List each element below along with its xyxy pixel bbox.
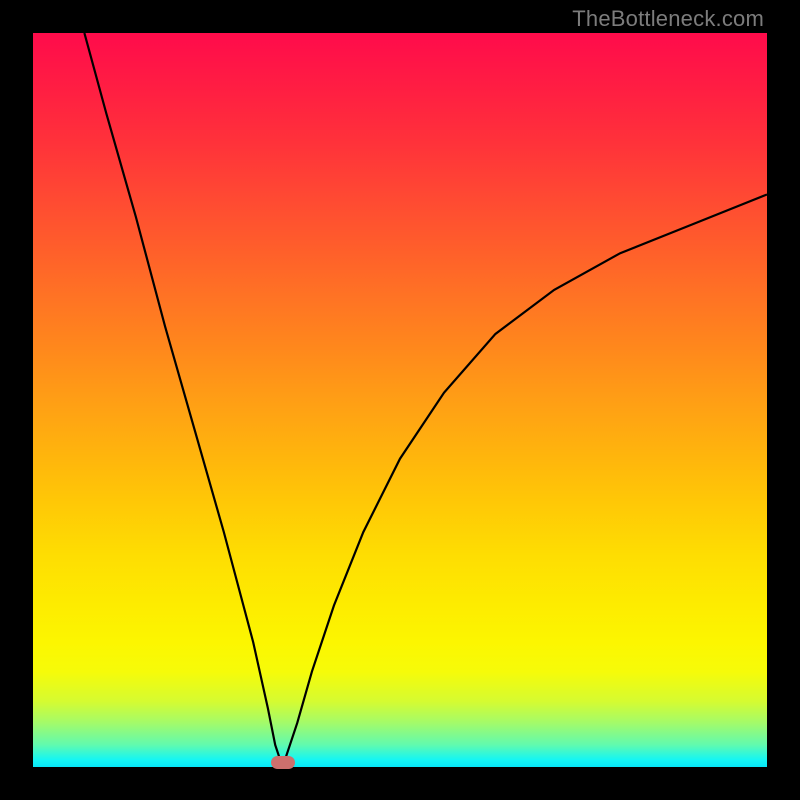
watermark-text: TheBottleneck.com [572, 6, 764, 32]
curve-svg [33, 33, 767, 767]
optimal-marker [271, 756, 295, 769]
chart-container: TheBottleneck.com [0, 0, 800, 800]
plot-area [33, 33, 767, 767]
bottleneck-curve [84, 33, 767, 767]
